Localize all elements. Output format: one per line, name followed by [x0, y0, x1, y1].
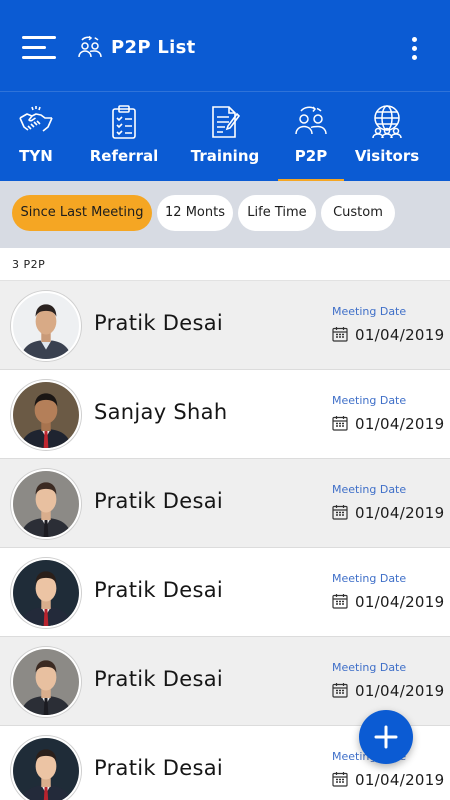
people-exchange-icon: [78, 35, 102, 58]
calendar-icon: [332, 327, 348, 342]
tab-label: TYN: [19, 147, 53, 165]
avatar: [11, 469, 81, 539]
meeting-date: 01/04/2019: [355, 593, 445, 611]
meeting-date-label: Meeting Date: [332, 305, 407, 318]
filter-12-months[interactable]: 12 Monts: [157, 195, 233, 231]
person-photo-icon: [13, 382, 79, 448]
tab-referral[interactable]: Referral: [84, 92, 164, 182]
avatar: [11, 291, 81, 361]
meeting-date-label: Meeting Date: [332, 572, 407, 585]
calendar-icon: [332, 772, 348, 787]
person-name: Pratik Desai: [94, 578, 224, 602]
meeting-date: 01/04/2019: [355, 504, 445, 522]
hamburger-menu-icon[interactable]: [22, 34, 58, 62]
person-name: Pratik Desai: [94, 489, 224, 513]
calendar-icon: [332, 594, 348, 609]
meeting-date: 01/04/2019: [355, 326, 445, 344]
meeting-date: 01/04/2019: [355, 682, 445, 700]
calendar-icon: [332, 683, 348, 698]
person-photo-icon: [13, 649, 79, 715]
avatar: [11, 736, 81, 800]
person-name: Pratik Desai: [94, 667, 224, 691]
meeting-date: 01/04/2019: [355, 415, 445, 433]
filter-since-last-meeting[interactable]: Since Last Meeting: [12, 195, 152, 231]
tab-p2p[interactable]: P2P: [278, 92, 344, 182]
clipboard-checklist-icon: [112, 105, 136, 139]
tab-visitors[interactable]: Visitors: [354, 92, 420, 182]
tab-label: P2P: [294, 147, 328, 165]
app-bar: P2P List: [0, 0, 450, 91]
person-name: Pratik Desai: [94, 311, 224, 335]
list-item[interactable]: Pratik Desai Meeting Date 01/04/2019: [0, 281, 450, 370]
filter-bar: Since Last Meeting 12 Monts Life Time Cu…: [0, 181, 450, 248]
tab-label: Training: [190, 147, 260, 165]
tab-label: Visitors: [354, 147, 420, 165]
tab-label: Referral: [89, 147, 159, 165]
globe-people-icon: [372, 105, 402, 139]
tab-training[interactable]: Training: [186, 92, 264, 182]
calendar-icon: [332, 505, 348, 520]
document-edit-icon: [212, 106, 241, 138]
filter-custom[interactable]: Custom: [321, 195, 395, 231]
person-photo-icon: [13, 293, 79, 359]
person-photo-icon: [13, 560, 79, 626]
page-title: P2P List: [111, 37, 196, 58]
tab-bar: TYN Referral Training P2P Visitors: [0, 91, 450, 182]
people-exchange-icon: [295, 106, 327, 135]
person-name: Sanjay Shah: [94, 400, 228, 424]
avatar: [11, 380, 81, 450]
handshake-icon: [19, 106, 53, 132]
list-item[interactable]: Sanjay Shah Meeting Date 01/04/2019: [0, 370, 450, 459]
avatar: [11, 647, 81, 717]
more-vertical-icon[interactable]: [404, 35, 424, 63]
meeting-date-label: Meeting Date: [332, 394, 407, 407]
filter-life-time[interactable]: Life Time: [238, 195, 316, 231]
list-item[interactable]: Pratik Desai Meeting Date 01/04/2019: [0, 459, 450, 548]
list-item[interactable]: Pratik Desai Meeting Date 01/04/2019: [0, 548, 450, 637]
add-p2p-button[interactable]: [359, 710, 413, 764]
avatar: [11, 558, 81, 628]
person-photo-icon: [13, 738, 79, 800]
person-name: Pratik Desai: [94, 756, 224, 780]
meeting-date: 01/04/2019: [355, 771, 445, 789]
person-photo-icon: [13, 471, 79, 537]
list-count: 3 P2P: [0, 248, 450, 281]
tab-tyn[interactable]: TYN: [8, 92, 64, 182]
calendar-icon: [332, 416, 348, 431]
plus-icon: [374, 725, 398, 749]
p2p-list-screen: P2P List TYN Referral Training P2P Visit…: [0, 0, 450, 800]
meeting-date-label: Meeting Date: [332, 661, 407, 674]
meeting-date-label: Meeting Date: [332, 483, 407, 496]
